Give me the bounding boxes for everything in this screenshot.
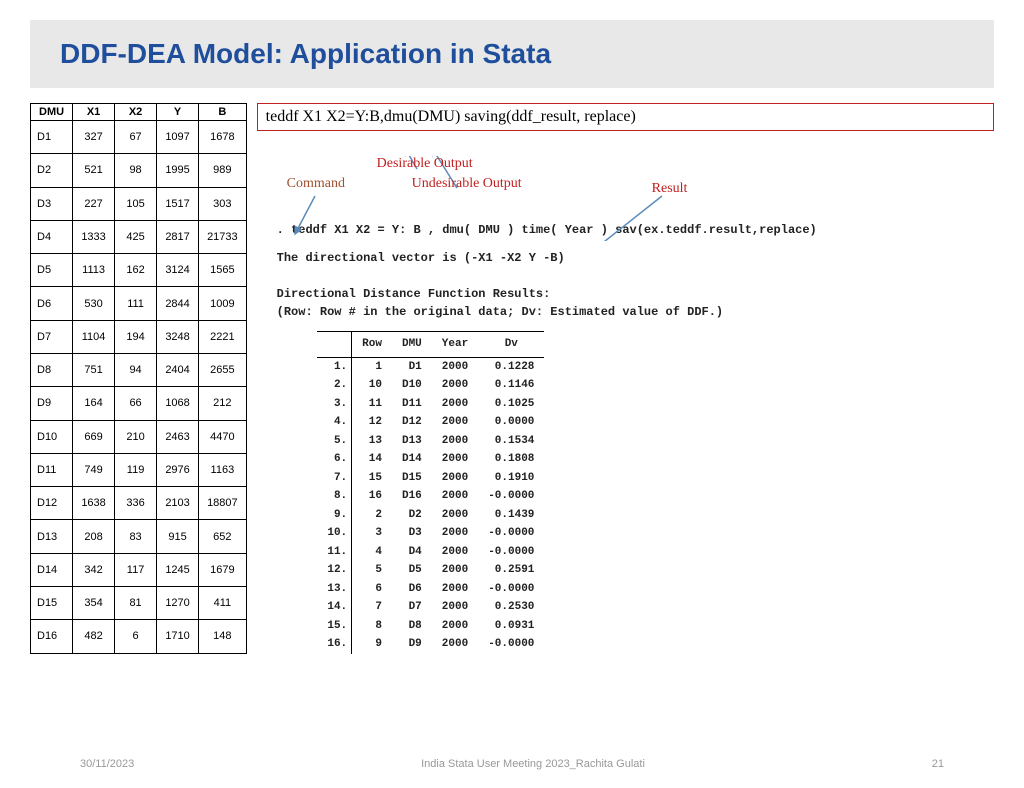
table-row: 14.7D720000.2530 — [317, 598, 545, 617]
table-row: 11.4D42000-0.0000 — [317, 543, 545, 562]
right-column: teddf X1 X2=Y:B,dmu(DMU) saving(ddf_resu… — [257, 103, 994, 654]
data-col-header: DMU — [31, 104, 73, 121]
annotation-labels: Command Desirable Output Undesirable Out… — [257, 156, 994, 221]
results-header-row: RowDMUYearDv — [317, 332, 545, 358]
table-row: D1434211712451679 — [31, 553, 247, 586]
title-bar: DDF-DEA Model: Application in Stata — [30, 20, 994, 88]
table-row: D2521981995989 — [31, 154, 247, 187]
results-col-header: DMU — [392, 332, 432, 358]
results-col-header: Year — [432, 332, 478, 358]
data-body: D13276710971678D2521981995989D3227105151… — [31, 121, 247, 654]
data-col-header: Y — [157, 104, 199, 121]
stata-command-line: . teddf X1 X2 = Y: B , dmu( DMU ) time( … — [277, 221, 994, 239]
table-row: 10.3D32000-0.0000 — [317, 524, 545, 543]
label-desirable: Desirable Output — [377, 156, 473, 172]
results-col-header: Dv — [478, 332, 544, 358]
table-row: D41333425281721733 — [31, 220, 247, 253]
results-col-header — [317, 332, 352, 358]
stata-results-header: Directional Distance Function Results: (… — [277, 285, 994, 321]
footer: 30/11/2023 India Stata User Meeting 2023… — [0, 758, 1024, 770]
command-box: teddf X1 X2=Y:B,dmu(DMU) saving(ddf_resu… — [257, 103, 994, 131]
table-row: 12.5D520000.2591 — [317, 561, 545, 580]
table-row: 5.13D1320000.1534 — [317, 432, 545, 451]
table-row: 8.16D162000-0.0000 — [317, 487, 545, 506]
label-command: Command — [287, 176, 345, 192]
table-row: 1.1D120000.1228 — [317, 357, 545, 376]
table-row: 16.9D92000-0.0000 — [317, 635, 545, 654]
table-row: D1320883915652 — [31, 520, 247, 553]
table-row: D1066921024634470 — [31, 420, 247, 453]
footer-page: 21 — [932, 758, 944, 770]
content-area: DMUX1X2YB D13276710971678D2521981995989D… — [30, 103, 994, 654]
stata-output: . teddf X1 X2 = Y: B , dmu( DMU ) time( … — [257, 221, 994, 654]
data-col-header: X1 — [73, 104, 115, 121]
label-result: Result — [652, 181, 688, 197]
table-row: 7.15D1520000.1910 — [317, 469, 545, 488]
table-row: 4.12D1220000.0000 — [317, 413, 545, 432]
input-data-table: DMUX1X2YB D13276710971678D2521981995989D… — [30, 103, 247, 654]
results-table: RowDMUYearDv 1.1D120000.12282.10D1020000… — [317, 331, 545, 654]
footer-center: India Stata User Meeting 2023_Rachita Gu… — [421, 758, 645, 770]
table-row: D1174911929761163 — [31, 453, 247, 486]
table-row: D13276710971678 — [31, 121, 247, 154]
data-col-header: B — [199, 104, 247, 121]
table-row: D32271051517303 — [31, 187, 247, 220]
footer-date: 30/11/2023 — [80, 758, 134, 770]
table-row: D653011128441009 — [31, 287, 247, 320]
data-col-header: X2 — [115, 104, 157, 121]
table-row: D15354811270411 — [31, 586, 247, 619]
table-row: 9.2D220000.1439 — [317, 506, 545, 525]
data-header-row: DMUX1X2YB — [31, 104, 247, 121]
label-undesirable: Undesirable Output — [412, 176, 522, 192]
table-row: 3.11D1120000.1025 — [317, 395, 545, 414]
results-col-header: Row — [352, 332, 392, 358]
table-row: 2.10D1020000.1146 — [317, 376, 545, 395]
table-row: D87519424042655 — [31, 353, 247, 386]
table-row: D5111316231241565 — [31, 254, 247, 287]
page-title: DDF-DEA Model: Application in Stata — [60, 38, 964, 70]
table-row: 15.8D820000.0931 — [317, 617, 545, 636]
table-row: D121638336210318807 — [31, 487, 247, 520]
results-body: 1.1D120000.12282.10D1020000.11463.11D112… — [317, 357, 545, 654]
table-row: D1648261710148 — [31, 620, 247, 653]
table-row: D9164661068212 — [31, 387, 247, 420]
stata-vector-line: The directional vector is (-X1 -X2 Y -B) — [277, 249, 994, 267]
table-row: 6.14D1420000.1808 — [317, 450, 545, 469]
table-row: 13.6D62000-0.0000 — [317, 580, 545, 599]
table-row: D7110419432482221 — [31, 320, 247, 353]
